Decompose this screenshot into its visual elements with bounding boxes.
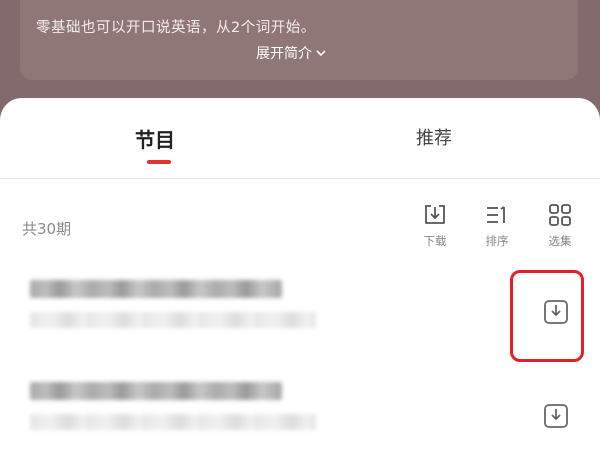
episode-count: 共30期 [22, 220, 72, 238]
intro-text: 零基础也可以开口说英语，从2个词开始。 [36, 20, 316, 36]
expand-intro-button[interactable]: 展开简介 [256, 43, 327, 63]
download-icon [425, 205, 445, 224]
episode-meta-blurred [30, 312, 316, 328]
tab-recommend[interactable]: 推荐 [416, 124, 452, 150]
download-label: 下载 [423, 234, 447, 248]
download-icon [544, 404, 568, 428]
tab-programs[interactable]: 节目 [135, 124, 175, 153]
episode-download-button[interactable] [540, 400, 572, 432]
sort-icon [487, 206, 505, 223]
episode-title-blurred [30, 280, 282, 298]
download-icon [544, 300, 568, 324]
episode-download-button[interactable] [540, 296, 572, 328]
expand-intro-label: 展开简介 [256, 46, 312, 62]
episode-title-blurred [30, 382, 282, 400]
sort-label: 排序 [485, 234, 509, 248]
select-label: 选集 [548, 234, 572, 248]
chevron-down-icon [316, 50, 326, 57]
grid-icon [549, 204, 571, 226]
select-episode-button[interactable]: 选集 [540, 202, 580, 256]
episode-row[interactable] [0, 372, 600, 462]
intro-card [20, 0, 578, 80]
tab-divider [0, 178, 600, 179]
sort-button[interactable]: 排序 [477, 202, 517, 256]
episode-row[interactable] [0, 270, 600, 360]
active-tab-indicator [147, 160, 171, 164]
episode-meta-blurred [30, 414, 316, 430]
batch-download-button[interactable]: 下载 [415, 202, 455, 256]
